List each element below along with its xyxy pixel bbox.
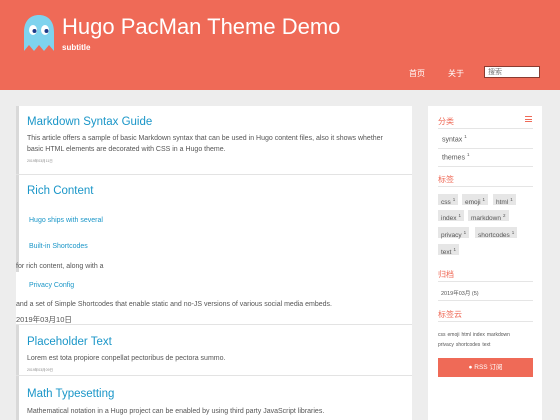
rss-icon: ● [468, 364, 473, 371]
sidebar-divider [438, 300, 533, 301]
post-date: 2019年03月11日 [27, 159, 53, 163]
sidebar-divider [438, 281, 533, 282]
sidebar-divider [438, 148, 533, 149]
post-title[interactable]: Rich Content [27, 185, 93, 197]
cloud-tag[interactable]: privacy [438, 342, 454, 348]
tag-html[interactable]: html 1 [493, 194, 516, 207]
menu-icon[interactable] [525, 116, 532, 122]
tag-label: css [441, 199, 451, 207]
tag-label: html [496, 199, 509, 207]
tag-cloud: privacy shortcodes text [438, 342, 492, 348]
tags-heading: 标签 [438, 175, 454, 184]
sidebar-divider [438, 321, 533, 322]
categories-heading: 分类 [438, 117, 454, 126]
tag-label: emoji [465, 199, 481, 207]
cloud-tag[interactable]: shortcodes [456, 342, 480, 348]
post-title[interactable]: Math Typesetting [27, 388, 114, 400]
category-count: 1 [466, 152, 470, 157]
tag-index[interactable]: index 1 [438, 210, 465, 223]
search-input[interactable] [484, 66, 540, 78]
post-summary: Lorem est tota propiore conpellat pector… [27, 355, 226, 362]
sidebar-divider [438, 186, 533, 187]
post-summary: Mathematical notation in a Hugo project … [27, 408, 325, 415]
site-header: Hugo PacMan Theme Demo subtitle 首页 关于 [0, 0, 560, 90]
category-count: 1 [464, 134, 467, 139]
sidebar-divider [438, 166, 533, 167]
post-text: for rich content, along with a [16, 263, 104, 270]
post-text: and a set of Simple Shortcodes that enab… [16, 301, 332, 308]
cloud-tag[interactable]: markdown [487, 332, 510, 338]
tag-count: 1 [510, 197, 513, 202]
cloud-tag[interactable]: text [482, 342, 490, 348]
post-accent-bar [16, 175, 19, 272]
post-date: 2019年03月09日 [27, 368, 54, 372]
sidebar: 分类 syntax 1 themes 1 标签 css 1 emoji 1 html 1 … [428, 106, 542, 420]
category-label: themes [442, 154, 465, 162]
tag-count: 1 [482, 197, 486, 202]
post-link[interactable]: Built-in Shortcodes [29, 243, 88, 250]
cloud-tag[interactable]: html [461, 332, 470, 338]
post-link[interactable]: Hugo ships with several [29, 217, 103, 224]
rss-subscribe-button[interactable]: ● RSS 订阅 [438, 358, 533, 377]
tag-count: 1 [463, 230, 467, 235]
tag-css[interactable]: css 1 [438, 194, 459, 207]
sidebar-divider [438, 128, 533, 129]
tag-count: 1 [511, 230, 515, 235]
ghost-logo-icon[interactable] [22, 14, 56, 52]
post-list: Markdown Syntax Guide This article offer… [16, 106, 412, 420]
tag-cloud: css emoji html index markdown [438, 332, 512, 338]
archive-item[interactable]: 2019年03月 (5) [441, 289, 479, 297]
rss-label: RSS 订阅 [474, 364, 503, 371]
post-card: Math Typesetting Mathematical notation i… [16, 376, 412, 420]
tag-label: index [441, 215, 457, 223]
post-card: Placeholder Text Lorem est tota propiore… [16, 325, 412, 375]
site-subtitle: subtitle [62, 43, 91, 52]
tag-shortcodes[interactable]: shortcodes 1 [475, 227, 518, 240]
post-card: Rich Content Hugo ships with several Bui… [16, 175, 412, 308]
nav-home-link[interactable]: 首页 [409, 68, 425, 79]
tag-count: 1 [452, 197, 456, 202]
tag-label: text [441, 249, 452, 257]
post-summary: This article offers a sample of basic Ma… [27, 135, 383, 153]
tag-label: markdown [471, 215, 501, 223]
tag-cloud-heading: 标签云 [438, 310, 462, 319]
post-link[interactable]: Privacy Config [29, 282, 74, 289]
tag-count: 2 [502, 213, 506, 218]
nav-about-link[interactable]: 关于 [448, 68, 464, 79]
tag-label: shortcodes [478, 232, 510, 240]
tag-emoji[interactable]: emoji 1 [462, 194, 489, 207]
tag-count: 1 [453, 247, 456, 252]
cloud-tag[interactable]: index [473, 332, 485, 338]
post-title[interactable]: Placeholder Text [27, 336, 112, 348]
post-card: Markdown Syntax Guide This article offer… [16, 106, 412, 174]
tag-privacy[interactable]: privacy 1 [438, 227, 470, 240]
cloud-tag[interactable]: emoji [448, 332, 460, 338]
category-item-themes[interactable]: themes 1 [442, 152, 469, 161]
category-label: syntax [442, 136, 463, 144]
tag-count: 1 [458, 213, 462, 218]
tag-text[interactable]: text 1 [438, 244, 459, 257]
archive-heading: 归档 [438, 270, 454, 279]
tag-markdown[interactable]: markdown 2 [468, 210, 509, 223]
cloud-tag[interactable]: css [438, 332, 446, 338]
tag-label: privacy [441, 232, 462, 240]
category-item-syntax[interactable]: syntax 1 [442, 134, 467, 143]
post-title[interactable]: Markdown Syntax Guide [27, 116, 152, 128]
site-title[interactable]: Hugo PacMan Theme Demo [62, 14, 340, 40]
